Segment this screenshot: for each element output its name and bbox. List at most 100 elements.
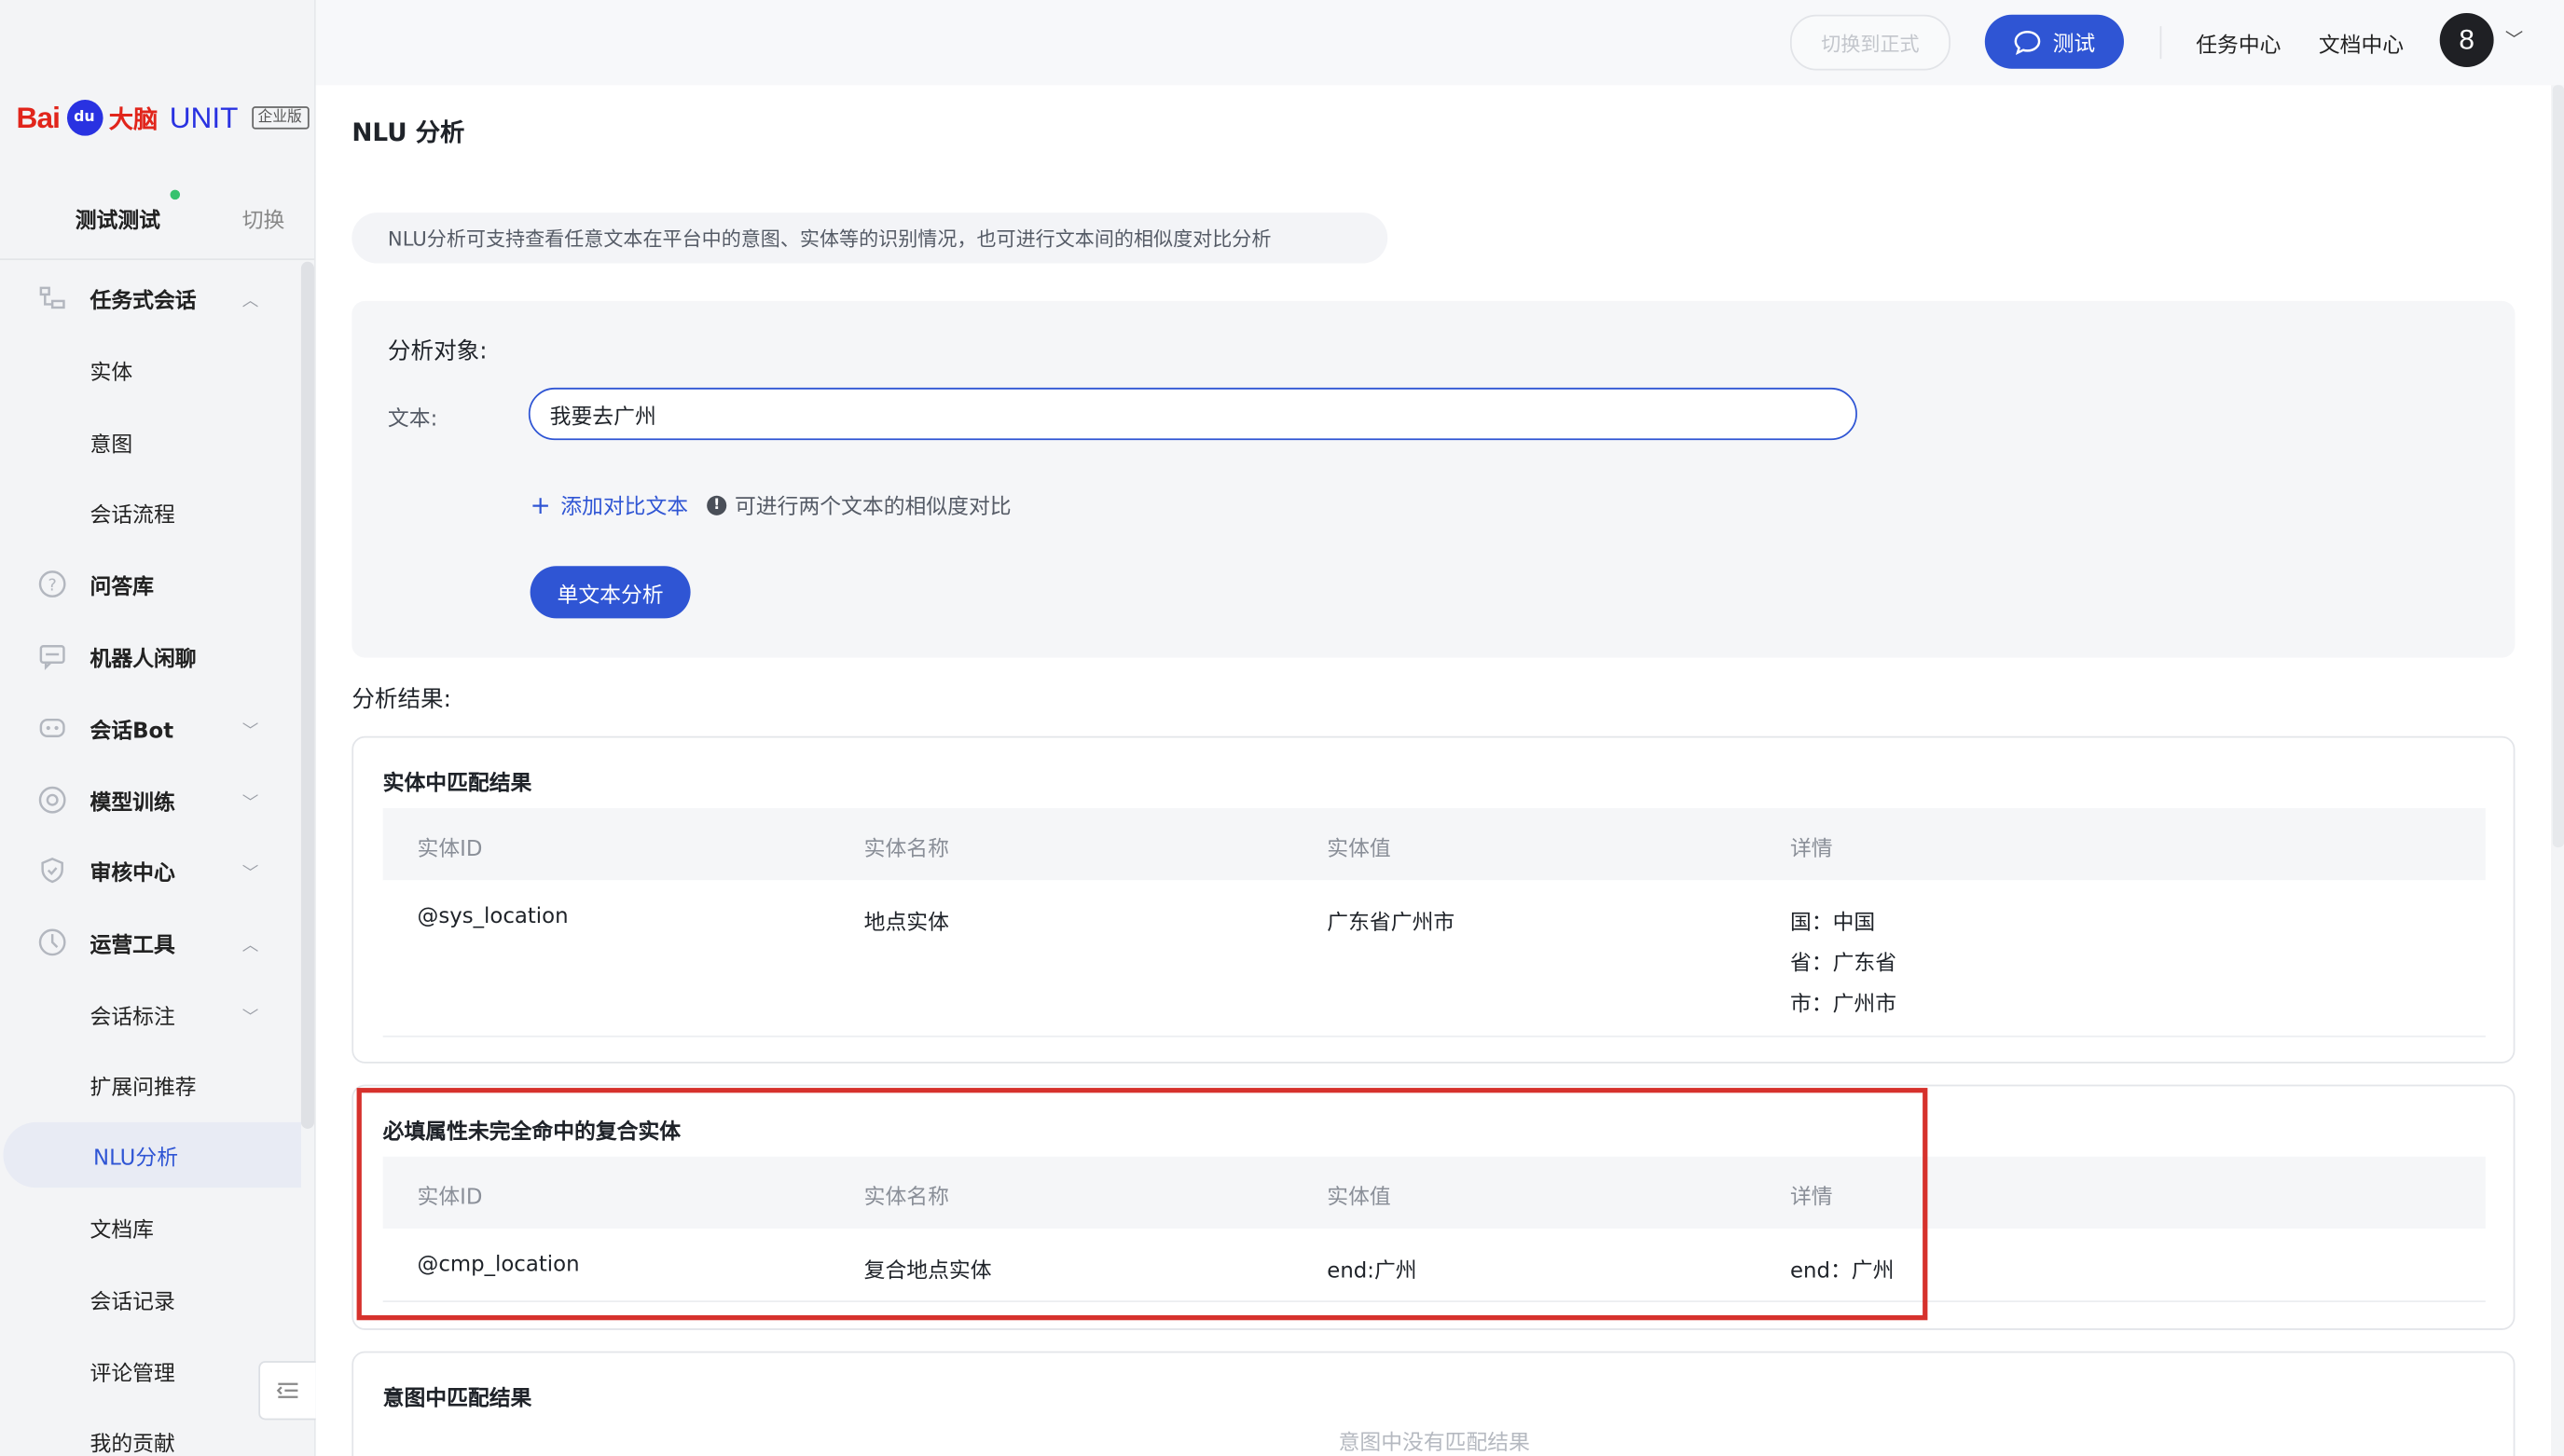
sidebar-item-dialog-records[interactable]: 会话记录 [0,1266,301,1331]
sidebar-item-intent[interactable]: 意图 [0,409,301,474]
sidebar-item-label: 机器人闲聊 [90,647,197,672]
table-row-divider [382,1035,2486,1037]
sidebar-item-review-center[interactable]: 审核中心 ﹀ [0,838,301,903]
collapse-sidebar-button[interactable] [258,1361,318,1421]
sidebar-item-my-contributions[interactable]: 我的贡献 [0,1408,301,1456]
sidebar-item-label: 任务式会话 [90,288,197,314]
sidebar-item-dialog-bot[interactable]: 会话Bot ﹀ [0,695,301,761]
chevron-down-icon: ﹀ [241,864,259,883]
sidebar-item-label: 会话记录 [90,1289,175,1315]
sidebar-divider [0,258,314,261]
tools-icon [36,926,69,958]
sidebar-item-label: 实体 [90,360,133,386]
sidebar-item-task-dialog[interactable]: 任务式会话 ︿ [0,265,301,330]
column-header-entity-value: 实体值 [1327,837,1391,862]
text-input[interactable] [528,387,1857,441]
task-dialog-icon [36,282,69,314]
sidebar-item-label: 文档库 [90,1217,154,1243]
switch-to-formal-button[interactable]: 切换到正式 [1789,14,1951,71]
detail-province: 省：广东省 [1789,952,1897,977]
sidebar-item-label: 模型训练 [90,790,175,816]
logo-brain-text: 大脑 [108,103,159,134]
collapse-icon [276,1382,298,1398]
column-header-entity-name: 实体名称 [863,837,949,862]
main-scrollbar[interactable] [2552,85,2564,848]
chevron-down-icon: ﹀ [241,794,259,813]
doc-center-link[interactable]: 文档中心 [2319,28,2404,59]
logo-unit-text: UNIT [169,100,239,134]
info-banner: NLU分析可支持查看任意文本在平台中的意图、实体等的识别情况，也可进行文本间的相… [352,213,1388,264]
chevron-up-icon: ︿ [241,936,259,955]
bot-icon [36,711,69,744]
topbar-separator [2159,26,2162,60]
sidebar-item-label: 意图 [90,433,133,458]
sidebar-item-label: 我的贡献 [90,1432,175,1456]
baidu-unit-logo[interactable]: Bai du 大脑 UNIT 企业版 [17,91,309,144]
detail-country: 国：中国 [1789,911,1876,936]
compare-hint: ! 可进行两个文本的相似度对比 [707,489,1012,521]
text-field-label: 文本: [387,406,438,433]
info-icon: ! [707,494,727,515]
analysis-result-title: 分析结果: [352,687,451,714]
qa-icon: ? [36,568,69,600]
workspace-name: 测试测试 [75,209,161,234]
sidebar-item-ops-tools[interactable]: 运营工具 ︿ [0,910,301,975]
entity-match-table-header [382,807,2486,881]
entity-value-cell: 广东省广州市 [1327,911,1455,936]
sidebar-item-label: 会话Bot [90,719,174,744]
entity-match-title: 实体中匹配结果 [382,772,532,797]
enterprise-badge: 企业版 [251,106,309,130]
sidebar-item-qa-library[interactable]: ? 问答库 [0,551,301,616]
highlight-box [356,1088,1928,1321]
sidebar-item-dialog-flow[interactable]: 会话流程 [0,479,301,544]
baidu-paw-icon: du [66,100,103,136]
intent-match-title: 意图中匹配结果 [382,1387,532,1412]
chevron-up-icon: ︿ [241,292,259,310]
workspace-switch-link[interactable]: 切换 [242,203,285,234]
test-button-label: 测试 [2052,33,2096,58]
chevron-down-icon: ﹀ [241,1008,259,1027]
sidebar-item-robot-chat[interactable]: 机器人闲聊 [0,624,301,689]
sidebar-item-extended-questions[interactable]: 扩展问推荐 [0,1051,301,1117]
column-header-entity-id: 实体ID [417,837,483,862]
page-title: NLU 分析 [352,117,465,147]
entity-name-cell: 地点实体 [863,911,949,936]
sidebar-item-label: 会话标注 [90,1005,175,1030]
sidebar-item-nlu-analysis[interactable]: NLU分析 [3,1121,301,1188]
sidebar-item-label: 会话流程 [90,502,175,528]
sidebar-item-doc-library[interactable]: 文档库 [0,1194,301,1259]
sidebar-item-label: 扩展问推荐 [90,1075,197,1101]
sidebar-item-label: 评论管理 [90,1362,175,1387]
logo-bai-text: Bai [16,100,61,134]
sidebar-item-comment-management[interactable]: 评论管理 [0,1339,301,1404]
sidebar-item-label: 审核中心 [90,861,175,886]
chat-icon [36,639,69,672]
entity-id-cell: @sys_location [417,904,569,929]
sidebar-item-dialog-annotation[interactable]: 会话标注 ﹀ [0,982,301,1047]
shield-icon [36,854,69,886]
sidebar-item-model-training[interactable]: 模型训练 ﹀ [0,767,301,832]
single-text-analysis-button[interactable]: 单文本分析 [530,566,691,619]
workspace-status-dot [170,189,181,200]
chevron-down-icon[interactable]: ﹀ [2505,26,2523,52]
compare-hint-text: 可进行两个文本的相似度对比 [734,495,1012,521]
add-compare-text-link[interactable]: + 添加对比文本 [531,489,689,520]
chat-bubble-icon [2015,30,2042,55]
avatar[interactable]: 8 [2439,13,2494,67]
svg-text:?: ? [48,577,57,596]
sidebar-scrollbar[interactable] [300,261,314,1129]
sidebar-item-label: 运营工具 [90,933,175,958]
task-center-link[interactable]: 任务中心 [2196,28,2281,59]
plus-icon: + [530,489,551,520]
train-icon [36,784,69,817]
sidebar-item-entity[interactable]: 实体 [0,337,301,403]
add-compare-label: 添加对比文本 [560,495,689,521]
chevron-down-icon: ﹀ [241,721,259,741]
sidebar-item-label: NLU分析 [93,1146,179,1171]
test-button[interactable]: 测试 [1984,14,2124,69]
column-header-details: 详情 [1789,837,1833,862]
sidebar-item-label: 问答库 [90,574,154,600]
analysis-target-title: 分析对象: [387,338,488,365]
detail-city: 市：广州市 [1789,993,1897,1018]
entity-match-card [352,735,2516,1064]
